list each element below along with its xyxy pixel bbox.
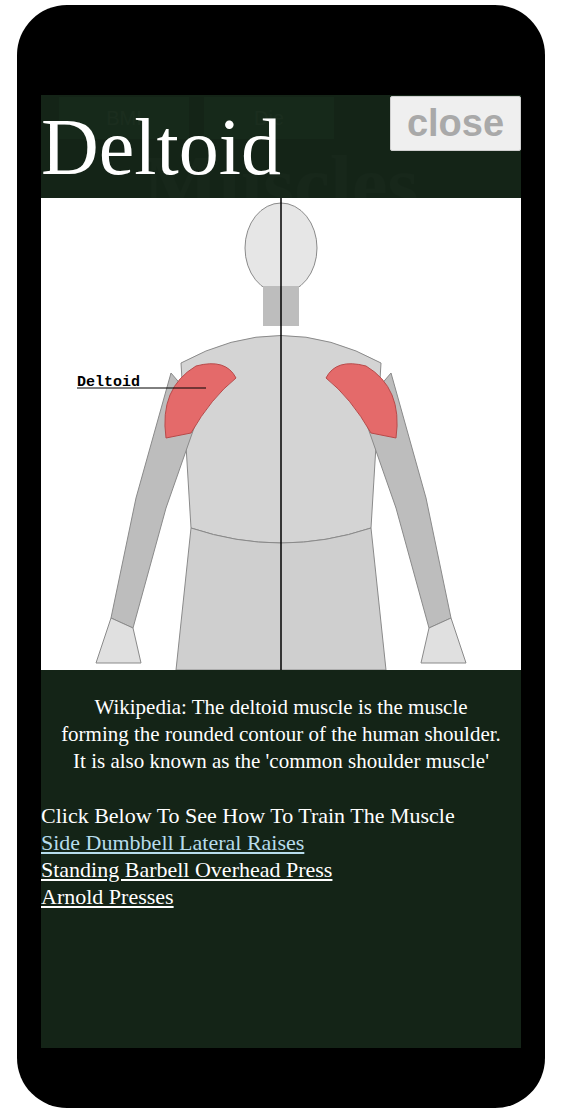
exercise-list: Side Dumbbell Lateral RaisesStanding Bar… [41,829,521,910]
screen: BMIDieMusclesDeltoidcloseDeltoidWikipedi… [41,95,521,1048]
close-button[interactable]: close [390,96,521,151]
exercise-link[interactable]: Side Dumbbell Lateral Raises [41,829,521,856]
modal-header: Deltoid close [41,95,521,198]
exercise-link[interactable]: Standing Barbell Overhead Press [41,856,521,883]
figure-panel: Deltoid [41,198,521,670]
figure-label: Deltoid [77,374,140,391]
modal-title: Deltoid [41,95,281,191]
phone-frame: BMIDieMusclesDeltoidcloseDeltoidWikipedi… [17,5,545,1108]
prompt: Click Below To See How To Train The Musc… [41,802,521,829]
muscle-modal: Deltoid close Deltoid Wikipedia: The deltoi… [41,95,521,1048]
exercise-link[interactable]: Arnold Presses [41,883,521,910]
description: Wikipedia: The deltoid muscle is the mus… [61,694,501,775]
deltoid-figure: Deltoid [41,198,521,670]
body-figure-icon [77,198,466,670]
